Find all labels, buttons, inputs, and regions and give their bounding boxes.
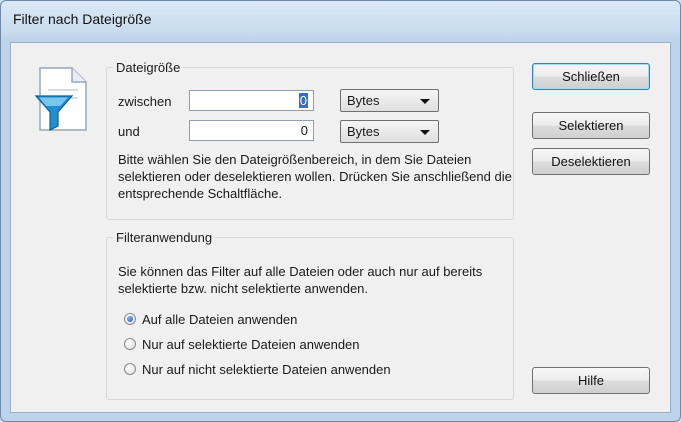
dialog-client-area: Dateigröße zwischen 0 Bytes und 0 Bytes …	[10, 42, 671, 413]
radio-apply-selected[interactable]: Nur auf selektierte Dateien anwenden	[124, 335, 360, 353]
radio-apply-all[interactable]: Auf alle Dateien anwenden	[124, 310, 297, 328]
between-label: zwischen	[118, 94, 172, 109]
max-size-value: 0	[300, 123, 308, 138]
min-size-unit-select[interactable]: Bytes	[340, 89, 439, 112]
max-size-unit-value: Bytes	[347, 124, 380, 139]
deselect-button[interactable]: Deselektieren	[532, 148, 650, 175]
window-title: Filter nach Dateigröße	[13, 11, 152, 27]
radio-button[interactable]	[124, 363, 136, 375]
radio-apply-selected-label: Nur auf selektierte Dateien anwenden	[142, 336, 360, 352]
filter-apply-hint: Sie können das Filter auf alle Dateien o…	[118, 264, 483, 296]
max-size-unit-select[interactable]: Bytes	[340, 120, 439, 143]
file-size-legend: Dateigröße	[116, 60, 181, 75]
help-button[interactable]: Hilfe	[532, 367, 650, 394]
radio-apply-all-label: Auf alle Dateien anwenden	[142, 311, 298, 327]
and-label: und	[118, 124, 140, 139]
radio-button[interactable]	[124, 313, 136, 325]
min-size-value: 0	[298, 93, 308, 108]
filter-apply-legend: Filteranwendung	[116, 230, 213, 245]
min-size-unit-value: Bytes	[347, 93, 380, 108]
file-size-hint: Bitte wählen Sie den Dateigrößenbereich,…	[118, 152, 512, 201]
chevron-down-icon	[420, 99, 430, 104]
radio-apply-unselected[interactable]: Nur auf nicht selektierte Dateien anwend…	[124, 360, 391, 378]
title-bar[interactable]: Filter nach Dateigröße	[1, 1, 680, 43]
close-button[interactable]: Schließen	[532, 63, 650, 90]
radio-button[interactable]	[124, 338, 136, 350]
chevron-down-icon	[420, 130, 430, 135]
max-size-input[interactable]: 0	[189, 120, 314, 141]
select-button[interactable]: Selektieren	[532, 112, 650, 139]
file-filter-icon	[34, 67, 87, 131]
min-size-input[interactable]: 0	[189, 90, 314, 111]
dialog-window: Filter nach Dateigröße Dateigröße zwisch…	[0, 0, 681, 422]
radio-apply-unselected-label: Nur auf nicht selektierte Dateien anwend…	[142, 361, 391, 377]
